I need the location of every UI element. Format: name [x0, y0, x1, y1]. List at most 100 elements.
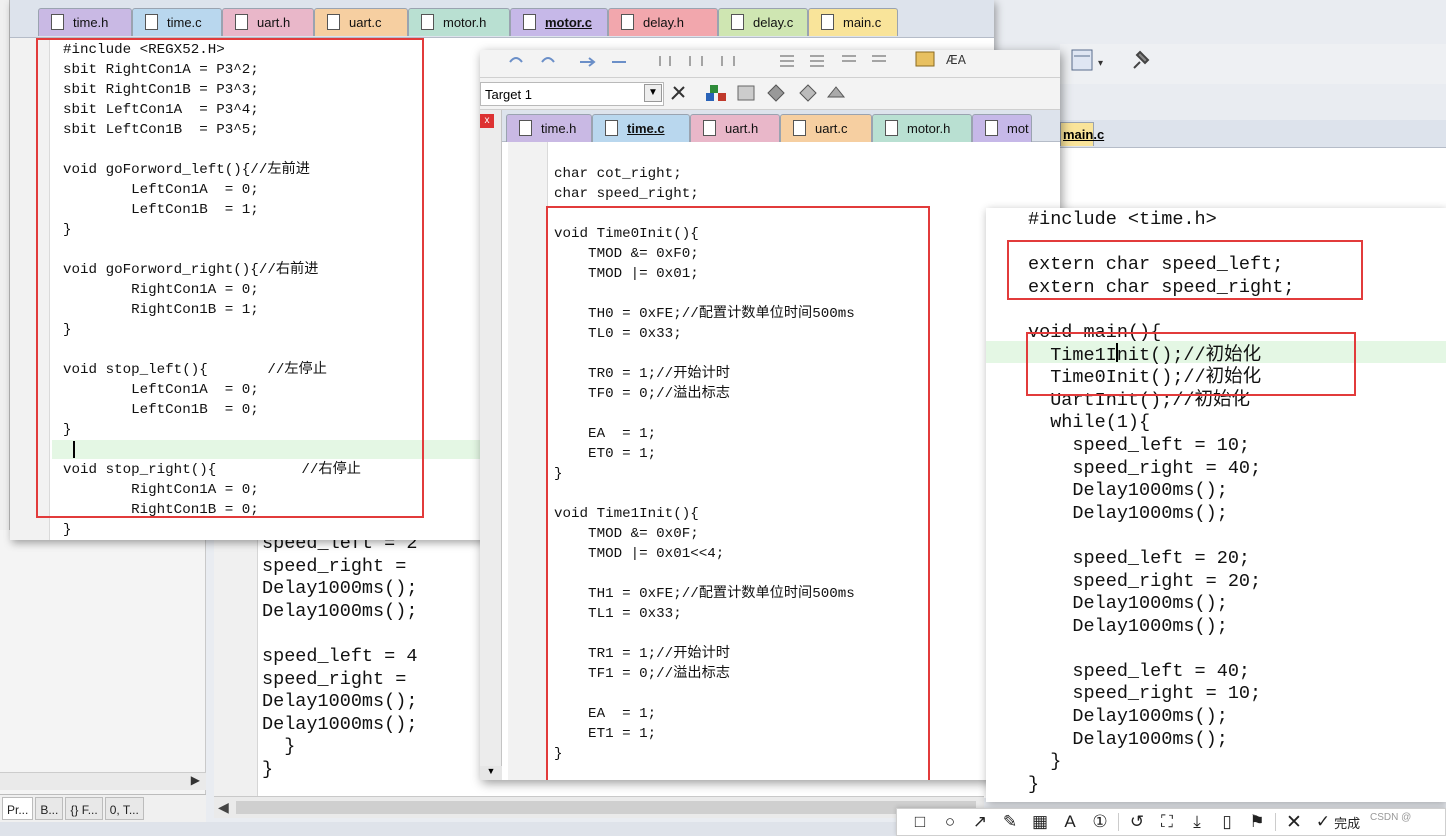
toolbar-icons-row1: ÆA	[509, 51, 967, 67]
file-tab[interactable]: main.c	[808, 8, 898, 36]
cancel-icon[interactable]: ✕	[1279, 810, 1309, 834]
file-icon	[523, 14, 536, 30]
file-tab[interactable]: delay.c	[718, 8, 808, 36]
ocr-icon[interactable]: ⛶	[1152, 810, 1182, 834]
pen-icon[interactable]: ✎	[995, 810, 1025, 834]
file-tab[interactable]: motor.c	[510, 8, 608, 36]
chevron-down-icon[interactable]: ▼	[644, 84, 662, 102]
window-layout-icon	[1071, 49, 1093, 71]
pack-installer-icon	[737, 85, 755, 101]
code-line: speed_right =	[262, 555, 418, 577]
pin-icon[interactable]: ▯	[1212, 810, 1242, 834]
tab-main-c[interactable]: main.c	[1060, 122, 1104, 146]
manage-components-icon	[710, 85, 718, 93]
code-line: #include <time.h>	[1028, 209, 1217, 230]
target-label: Target 1	[485, 87, 532, 102]
svg-text:ÆA: ÆA	[946, 53, 967, 67]
scroll-right-icon[interactable]: ▶	[191, 773, 200, 787]
file-icon	[731, 14, 744, 30]
rectangle-icon[interactable]: □	[905, 810, 935, 834]
back-icon	[580, 57, 596, 67]
scroll-left-icon[interactable]: ◀	[218, 799, 229, 816]
scrollbar-thumb[interactable]	[236, 801, 976, 814]
time-c-editor-window: ÆA Target 1 ▼ time.h time.c uart.h uart.c mo…	[480, 50, 1060, 780]
file-tab[interactable]: motor.h	[872, 114, 972, 142]
editor-gutter-2	[508, 142, 548, 780]
file-tab[interactable]: time.c	[132, 8, 222, 36]
code-line: Delay1000ms();	[262, 600, 418, 622]
code-line: Delay1000ms();	[262, 578, 418, 600]
highlight-box-2	[546, 206, 930, 780]
code-line: speed_right =	[262, 668, 418, 690]
code-line: }	[262, 736, 296, 758]
options-wand-icon	[671, 86, 685, 100]
file-icon	[821, 14, 834, 30]
file-tab[interactable]: time.c	[592, 114, 690, 142]
toolbar-icons: ▾	[1015, 49, 1150, 71]
file-tab[interactable]: time.h	[38, 8, 132, 36]
project-tab[interactable]: {} F...	[65, 797, 103, 820]
code-line: char cot_right;	[554, 166, 682, 182]
scroll-down-icon[interactable]: ▼	[480, 766, 502, 780]
download-icon[interactable]: ⤓	[1182, 810, 1212, 834]
ellipse-icon[interactable]: ○	[935, 810, 965, 834]
file-tab-bar: time.h time.c uart.h uart.c motor.h motor.c de…	[10, 0, 994, 38]
file-tab[interactable]: mot	[972, 114, 1032, 142]
code-line: speed_left = 4	[262, 645, 418, 667]
svg-text:▾: ▾	[1098, 58, 1103, 69]
watermark: CSDN @	[1370, 812, 1412, 823]
file-tab[interactable]: delay.h	[608, 8, 718, 36]
file-icon	[703, 120, 716, 136]
background-horizontal-scrollbar[interactable]: ◀	[214, 796, 984, 818]
code-line: Delay1000ms();	[1028, 706, 1228, 728]
file-tab-label: motor.h	[443, 15, 487, 30]
main-c-editor-window: #include <time.h> extern char speed_left…	[986, 208, 1446, 802]
code-line: }	[1028, 751, 1062, 773]
project-panel-scrollbar[interactable]: ▶	[0, 772, 206, 790]
bookmark-icon[interactable]: ⚑	[1242, 810, 1272, 834]
file-icon	[985, 120, 998, 136]
done-button[interactable]: ✓ 完成	[1309, 810, 1367, 834]
mosaic-icon[interactable]: ▦	[1025, 810, 1055, 834]
file-tab-label: uart.c	[815, 121, 848, 136]
file-tab-label: delay.c	[753, 15, 794, 30]
done-icon: ✓	[1315, 812, 1331, 831]
file-tab[interactable]: motor.h	[408, 8, 510, 36]
status-strip	[0, 822, 900, 836]
file-tab[interactable]: time.h	[506, 114, 592, 142]
file-icon	[145, 14, 158, 30]
text-icon[interactable]: A	[1055, 810, 1085, 834]
number-icon[interactable]: ①	[1085, 810, 1115, 834]
select-component-icon	[799, 84, 817, 102]
target-select[interactable]: Target 1	[480, 82, 664, 106]
undo-icon[interactable]: ↺	[1122, 810, 1152, 834]
wrench-icon	[1133, 50, 1150, 69]
code-line: Delay1000ms();	[1028, 615, 1228, 637]
file-tab-label: motor.c	[545, 15, 592, 30]
code-line: while(1){	[1028, 412, 1151, 434]
file-icon	[51, 14, 64, 30]
file-icon	[519, 120, 532, 136]
undo-icon	[509, 57, 523, 63]
close-icon[interactable]: x	[480, 114, 494, 128]
file-icon	[235, 14, 248, 30]
file-tab[interactable]: uart.h	[690, 114, 780, 142]
background-code-area[interactable]: speed_left = 2 speed_right = Delay1000ms(…	[262, 533, 417, 782]
arrow-icon[interactable]: ↗	[965, 810, 995, 834]
project-tab[interactable]: 0, T...	[104, 797, 144, 820]
project-tab[interactable]: Pr...	[2, 797, 34, 820]
file-tab-bar-2: time.h time.c uart.h uart.c motor.h mot	[480, 110, 1060, 142]
project-tab[interactable]: B...	[35, 797, 64, 820]
file-tab[interactable]: uart.c	[780, 114, 872, 142]
file-tab-label: delay.h	[643, 15, 684, 30]
code-line: speed_left = 40;	[1028, 660, 1251, 682]
code-line: Delay1000ms();	[1028, 502, 1228, 524]
file-tab[interactable]: uart.h	[222, 8, 314, 36]
project-panel	[0, 530, 206, 836]
file-tab[interactable]: uart.c	[314, 8, 408, 36]
highlight-box-init	[1026, 332, 1356, 396]
indent-icons	[780, 55, 886, 67]
